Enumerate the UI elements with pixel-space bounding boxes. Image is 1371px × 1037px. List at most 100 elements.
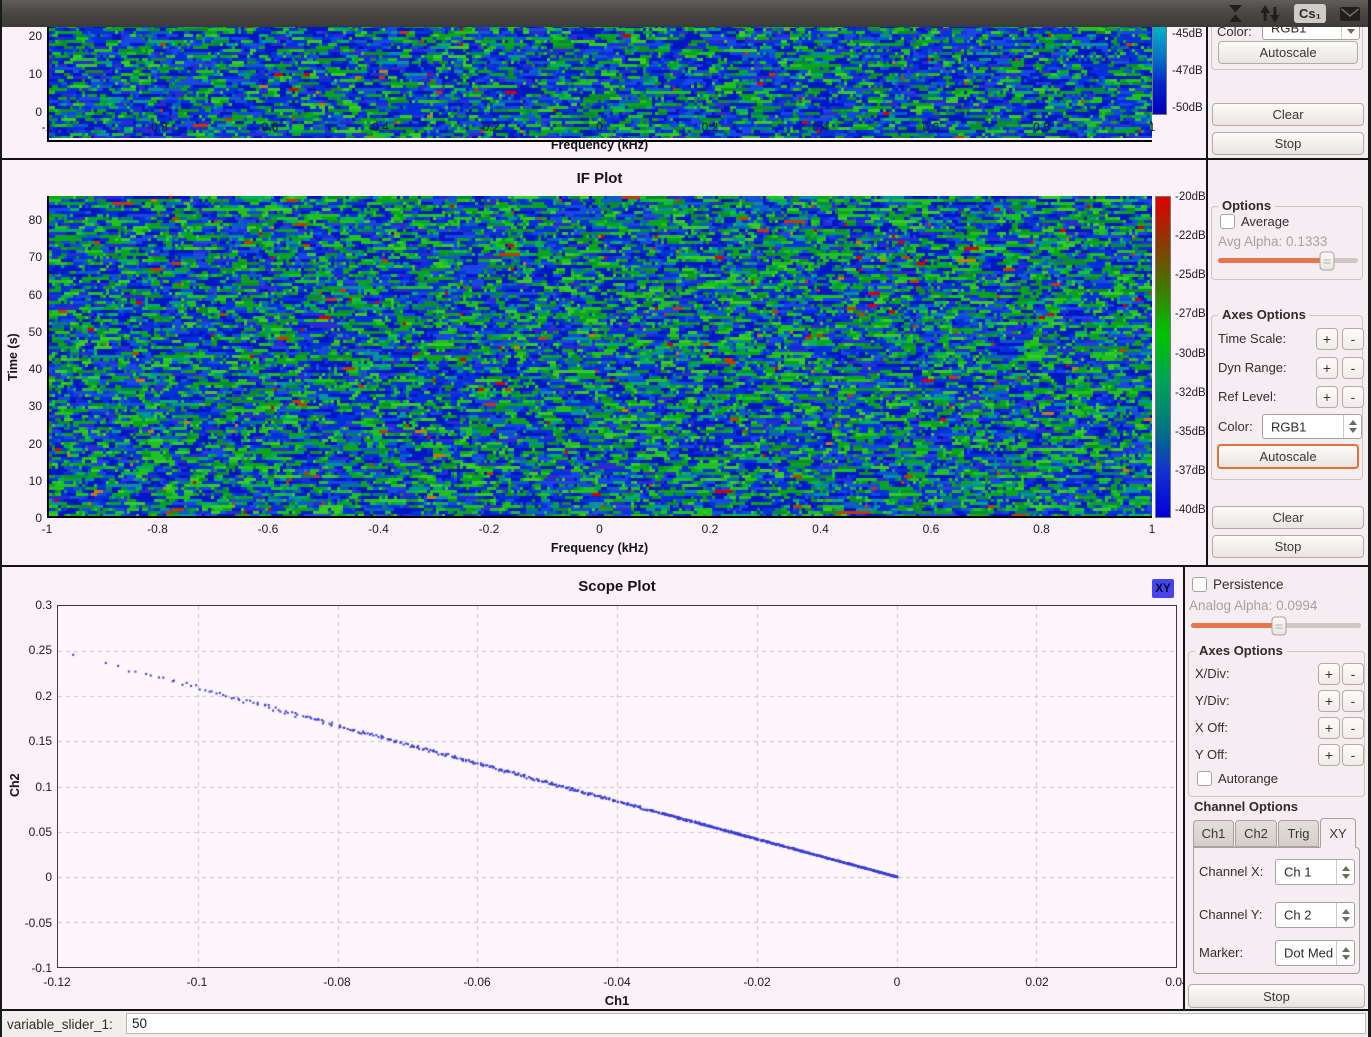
tick-label: -0.8: [147, 522, 168, 536]
variable-slider-input[interactable]: [126, 1013, 1366, 1034]
tick-label: -0.2: [479, 120, 500, 134]
tick-label: -37dB: [1175, 465, 1206, 477]
if-waterfall-canvas[interactable]: [49, 196, 1152, 516]
persistence-checkbox[interactable]: [1192, 577, 1207, 592]
y-div-minus-button[interactable]: -: [1342, 690, 1364, 712]
options-group-title: Options: [1218, 198, 1275, 213]
tick-label: 80: [29, 213, 42, 227]
tick-label: -1: [42, 522, 53, 536]
y-off-label: Y Off:: [1195, 747, 1228, 762]
stop-button[interactable]: Stop: [1212, 132, 1364, 155]
dyn-range-minus-button[interactable]: -: [1342, 357, 1364, 379]
titlebar: Cs₁: [0, 0, 1371, 28]
tick-label: 0: [596, 522, 603, 536]
tab-ch1[interactable]: Ch1: [1193, 820, 1234, 847]
if-y-axis-ticks: 80706050403020100: [18, 220, 42, 518]
tick-label: 1: [1149, 522, 1156, 536]
keyboard-indicator[interactable]: Cs₁: [1294, 4, 1326, 23]
time-scale-minus-button[interactable]: -: [1342, 328, 1364, 350]
autorange-checkbox[interactable]: [1197, 771, 1212, 786]
spinner-arrows-icon[interactable]: [1336, 903, 1354, 927]
updown-arrows-icon[interactable]: [1259, 4, 1281, 24]
if-control-panel: Options Average Avg Alpha: 0.1333 Axes O…: [1208, 160, 1368, 567]
tick-label: -22dB: [1175, 230, 1206, 242]
ref-level-minus-button[interactable]: -: [1342, 386, 1364, 408]
analog-alpha-label: Analog Alpha: 0.0994: [1189, 598, 1317, 613]
time-scale-plus-button[interactable]: +: [1316, 328, 1338, 350]
dyn-range-plus-button[interactable]: +: [1316, 357, 1338, 379]
scope-x-axis-ticks: -0.12-0.1-0.08-0.06-0.04-0.0200.020.04: [57, 975, 1177, 989]
tick-label: 0.2: [35, 689, 52, 703]
tick-label: -0.02: [743, 975, 770, 989]
if-colorbar: [1155, 196, 1171, 518]
tick-label: 0: [894, 975, 901, 989]
tick-label: 0: [596, 120, 603, 134]
tick-label: 0: [45, 870, 52, 884]
tick-label: -0.12: [43, 975, 70, 989]
tick-label: 0.8: [1033, 120, 1050, 134]
ref-level-plus-button[interactable]: +: [1316, 386, 1338, 408]
tick-label: 0.2: [702, 522, 719, 536]
tick-label: 70: [29, 250, 42, 264]
mail-icon[interactable]: [1339, 6, 1361, 22]
color-select[interactable]: RGB1: [1262, 414, 1362, 439]
spinner-arrows-icon[interactable]: [1336, 860, 1354, 884]
scope-canvas[interactable]: [57, 605, 1177, 968]
tick-label: 0.8: [1033, 522, 1050, 536]
axes-group-title: Axes Options: [1218, 307, 1310, 322]
clear-button[interactable]: Clear: [1212, 506, 1364, 529]
color-select[interactable]: RGB1: [1262, 27, 1360, 40]
channel-options-title: Channel Options: [1190, 799, 1302, 814]
slider-handle[interactable]: [1320, 251, 1335, 270]
stop-button[interactable]: Stop: [1188, 984, 1365, 1008]
marker-value: Dot Med: [1284, 946, 1334, 961]
top-colorbar: [1152, 27, 1167, 115]
spinner-arrows-icon[interactable]: [1341, 27, 1359, 39]
tick-label: -0.05: [25, 916, 52, 930]
dyn-range-label: Dyn Range:: [1218, 360, 1287, 375]
scope-y-axis-ticks: 0.30.250.20.150.10.050-0.05-0.1: [12, 605, 52, 968]
spinner-arrows-icon[interactable]: [1336, 941, 1354, 965]
statusbar: variable_slider_1:: [2, 1009, 1368, 1037]
if-plot-section: IF Plot Time (s) 80706050403020100 -1-0.…: [2, 158, 1368, 567]
autoscale-button[interactable]: Autoscale: [1218, 41, 1358, 64]
tick-label: 0: [35, 105, 42, 119]
compress-icon[interactable]: [1225, 4, 1246, 23]
tick-label: 20: [29, 437, 42, 451]
x-off-plus-button[interactable]: +: [1318, 717, 1340, 739]
tick-label: 1: [1149, 120, 1156, 134]
tick-label: 20: [29, 29, 42, 43]
analog-alpha-slider[interactable]: [1191, 623, 1361, 628]
tick-label: -30dB: [1175, 348, 1206, 360]
channel-x-select[interactable]: Ch 1: [1275, 859, 1355, 885]
y-off-minus-button[interactable]: -: [1342, 744, 1364, 766]
clear-button[interactable]: Clear: [1212, 103, 1364, 126]
tab-ch2[interactable]: Ch2: [1235, 820, 1277, 847]
x-div-minus-button[interactable]: -: [1342, 663, 1364, 685]
marker-label: Marker:: [1199, 945, 1243, 960]
y-off-plus-button[interactable]: +: [1318, 744, 1340, 766]
slider-handle[interactable]: [1272, 616, 1287, 635]
stop-button[interactable]: Stop: [1212, 535, 1364, 558]
slider-fill: [1191, 623, 1279, 628]
avg-alpha-slider[interactable]: [1218, 258, 1358, 263]
persistence-label: Persistence: [1213, 577, 1284, 592]
x-div-label: X/Div:: [1195, 666, 1230, 681]
channel-y-select[interactable]: Ch 2: [1275, 902, 1355, 928]
top-x-axis-ticks: -1-0.8-0.6-0.4-0.200.20.40.60.81: [47, 120, 1152, 134]
spinner-arrows-icon[interactable]: [1343, 415, 1361, 438]
x-div-plus-button[interactable]: +: [1318, 663, 1340, 685]
average-checkbox[interactable]: [1220, 214, 1235, 229]
y-div-plus-button[interactable]: +: [1318, 690, 1340, 712]
autoscale-button[interactable]: Autoscale: [1217, 444, 1359, 469]
if-plot-title: IF Plot: [47, 170, 1152, 187]
if-x-axis-label: Frequency (kHz): [47, 541, 1152, 555]
tab-xy[interactable]: XY: [1320, 818, 1356, 848]
marker-select[interactable]: Dot Med: [1275, 940, 1355, 966]
xy-badge: XY: [1152, 579, 1174, 598]
x-off-minus-button[interactable]: -: [1342, 717, 1364, 739]
tab-trig[interactable]: Trig: [1278, 820, 1319, 847]
x-off-label: X Off:: [1195, 720, 1228, 735]
tick-label: -0.2: [479, 522, 500, 536]
tick-label: 0.25: [29, 643, 52, 657]
